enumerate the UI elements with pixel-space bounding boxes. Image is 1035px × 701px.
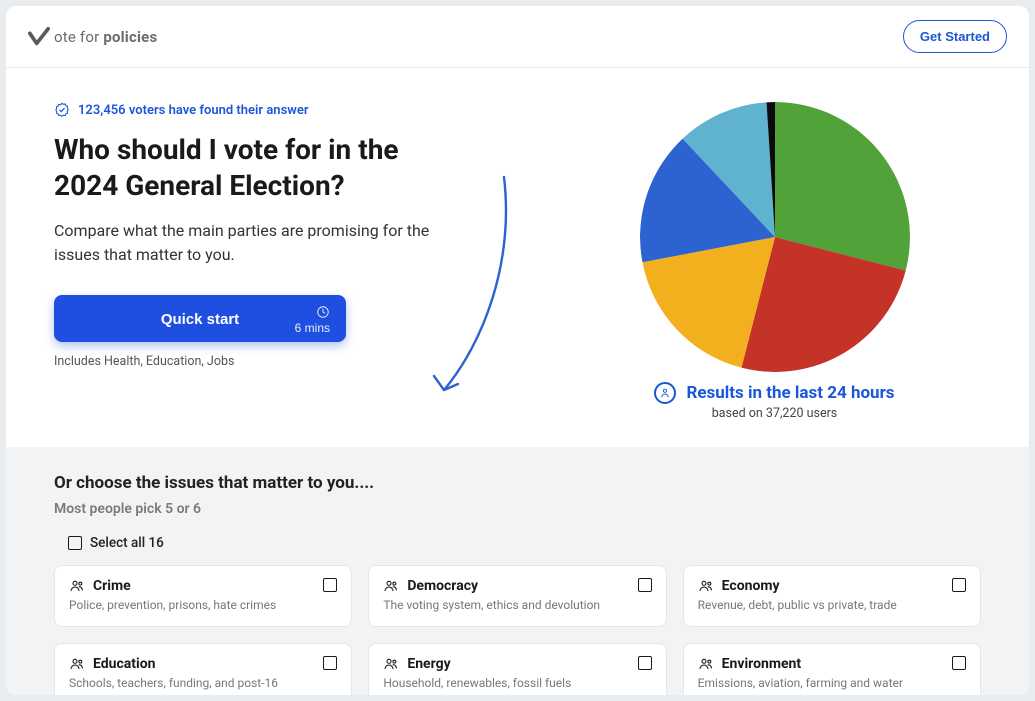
logo-check-v-icon xyxy=(28,27,50,47)
issue-title-row: Energy xyxy=(383,656,571,672)
issue-title: Democracy xyxy=(407,578,478,594)
quick-start-note: Includes Health, Education, Jobs xyxy=(54,354,544,369)
issue-card-body: Democracy The voting system, ethics and … xyxy=(383,578,600,612)
page-title: Who should I vote for in the 2024 Genera… xyxy=(54,132,454,205)
issue-desc: Household, renewables, fossil fuels xyxy=(383,676,571,690)
people-icon xyxy=(698,656,714,672)
people-icon xyxy=(69,656,85,672)
results-pie-chart xyxy=(640,102,910,372)
people-icon xyxy=(69,578,85,594)
quick-start-time: 6 mins xyxy=(295,305,330,335)
issue-desc: Revenue, debt, public vs private, trade xyxy=(698,598,897,612)
issues-title: Or choose the issues that matter to you.… xyxy=(54,473,981,493)
verified-icon xyxy=(54,102,70,118)
issue-title-row: Crime xyxy=(69,578,276,594)
issue-card-crime[interactable]: Crime Police, prevention, prisons, hate … xyxy=(54,565,352,627)
results-title: Results in the last 24 hours xyxy=(686,383,894,403)
page-subtitle: Compare what the main parties are promis… xyxy=(54,219,434,267)
issue-desc: Police, prevention, prisons, hate crimes xyxy=(69,598,276,612)
select-all-checkbox[interactable] xyxy=(68,536,82,550)
results-icon xyxy=(654,382,676,404)
issue-title: Economy xyxy=(722,578,780,594)
arrow-illustration xyxy=(364,172,514,412)
issues-section: Or choose the issues that matter to you.… xyxy=(6,447,1029,695)
issue-checkbox[interactable] xyxy=(323,578,337,592)
issue-title-row: Environment xyxy=(698,656,903,672)
issues-grid: Crime Police, prevention, prisons, hate … xyxy=(54,565,981,695)
results-title-row: Results in the last 24 hours xyxy=(654,382,894,404)
hero: 123,456 voters have found their answer W… xyxy=(6,68,1029,441)
issue-title-row: Education xyxy=(69,656,278,672)
voters-badge-text: 123,456 voters have found their answer xyxy=(78,103,309,118)
issue-desc: Emissions, aviation, farming and water xyxy=(698,676,903,690)
issue-card-energy[interactable]: Energy Household, renewables, fossil fue… xyxy=(368,643,666,695)
issue-title-row: Economy xyxy=(698,578,897,594)
issue-card-body: Economy Revenue, debt, public vs private… xyxy=(698,578,897,612)
issue-card-body: Environment Emissions, aviation, farming… xyxy=(698,656,903,690)
results-subtitle: based on 37,220 users xyxy=(712,406,838,421)
clock-icon xyxy=(316,305,330,319)
logo[interactable]: ote for policies xyxy=(28,27,157,47)
issue-card-environment[interactable]: Environment Emissions, aviation, farming… xyxy=(683,643,981,695)
issue-card-democracy[interactable]: Democracy The voting system, ethics and … xyxy=(368,565,666,627)
people-icon xyxy=(383,578,399,594)
issue-title: Education xyxy=(93,656,155,672)
issue-card-education[interactable]: Education Schools, teachers, funding, an… xyxy=(54,643,352,695)
issue-desc: The voting system, ethics and devolution xyxy=(383,598,600,612)
get-started-button[interactable]: Get Started xyxy=(903,20,1007,53)
issue-checkbox[interactable] xyxy=(952,656,966,670)
hero-right: Results in the last 24 hours based on 37… xyxy=(568,102,981,421)
issue-desc: Schools, teachers, funding, and post-16 xyxy=(69,676,278,690)
issue-checkbox[interactable] xyxy=(323,656,337,670)
select-all-label: Select all 16 xyxy=(90,535,164,551)
issue-title: Energy xyxy=(407,656,450,672)
quick-start-button[interactable]: Quick start 6 mins xyxy=(54,295,346,342)
quick-start-label: Quick start xyxy=(161,311,239,328)
issue-card-body: Crime Police, prevention, prisons, hate … xyxy=(69,578,276,612)
logo-text: ote for policies xyxy=(54,28,157,46)
people-icon xyxy=(383,656,399,672)
issue-title-row: Democracy xyxy=(383,578,600,594)
issue-card-body: Education Schools, teachers, funding, an… xyxy=(69,656,278,690)
hero-left: 123,456 voters have found their answer W… xyxy=(54,102,544,421)
issue-card-economy[interactable]: Economy Revenue, debt, public vs private… xyxy=(683,565,981,627)
select-all-row[interactable]: Select all 16 xyxy=(54,535,981,551)
issue-card-body: Energy Household, renewables, fossil fue… xyxy=(383,656,571,690)
voters-badge: 123,456 voters have found their answer xyxy=(54,102,544,118)
issue-checkbox[interactable] xyxy=(638,578,652,592)
issue-checkbox[interactable] xyxy=(638,656,652,670)
issue-checkbox[interactable] xyxy=(952,578,966,592)
issue-title: Environment xyxy=(722,656,801,672)
people-icon xyxy=(698,578,714,594)
issue-title: Crime xyxy=(93,578,131,594)
issues-subtitle: Most people pick 5 or 6 xyxy=(54,501,981,517)
topbar: ote for policies Get Started xyxy=(6,6,1029,68)
